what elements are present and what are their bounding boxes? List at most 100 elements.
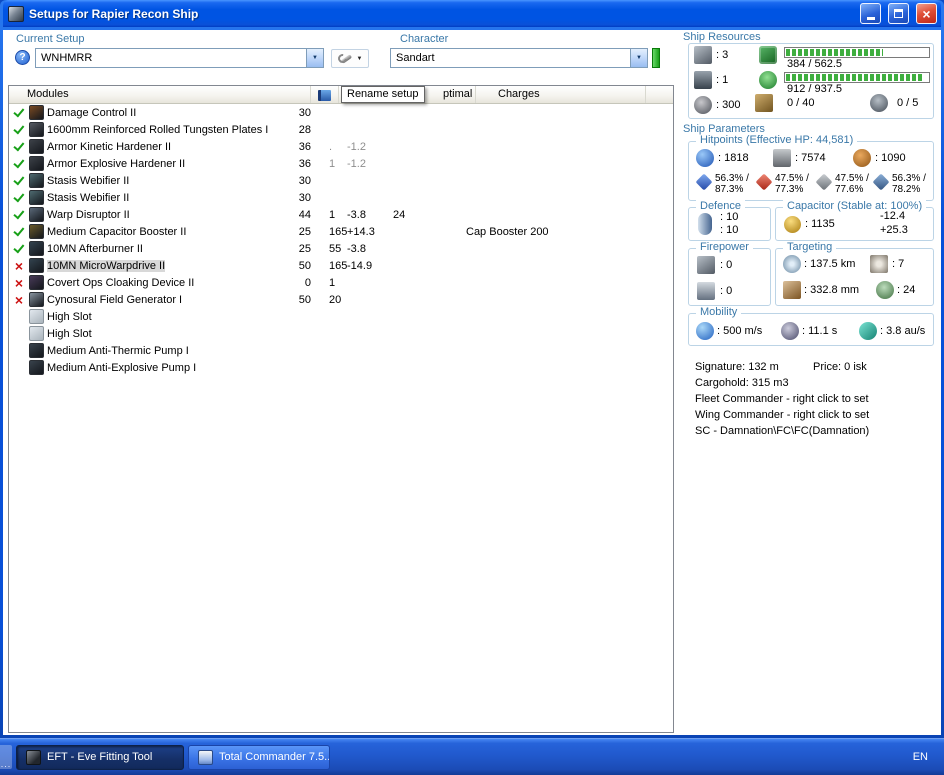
mobility-label: Mobility <box>696 306 742 318</box>
defence-group: Defence : 10 : 10 <box>688 200 771 241</box>
defence-value-2: : 10 <box>720 224 739 236</box>
drones-icon <box>870 94 888 112</box>
module-row[interactable]: Stasis Webifier II 30 <box>9 172 673 189</box>
module-row[interactable]: Medium Anti-Thermic Pump I <box>9 342 673 359</box>
cpu-bar <box>784 47 930 58</box>
module-name-text: Medium Capacitor Booster II <box>47 225 187 238</box>
module-row[interactable]: Medium Anti-Explosive Pump I <box>9 359 673 376</box>
help-icon[interactable]: ? <box>15 50 30 65</box>
titlebar[interactable]: Setups for Rapier Recon Ship × <box>3 0 941 27</box>
module-name-text: 1600mm Reinforced Rolled Tungsten Plates… <box>47 123 269 136</box>
minimize-button[interactable] <box>860 3 881 24</box>
eft-window: Setups for Rapier Recon Ship × Current S… <box>0 0 944 738</box>
taskbar-task-eft[interactable]: EFT - Eve Fitting Tool <box>16 744 184 770</box>
module-name: Damage Control II <box>47 107 293 119</box>
module-row[interactable]: 10MN Afterburner II 25 55 -3.8 <box>9 240 673 257</box>
module-name-text: High Slot <box>47 327 92 340</box>
module-name: Stasis Webifier II <box>47 192 293 204</box>
targeting-label: Targeting <box>783 241 837 253</box>
eft-app-icon <box>26 749 41 765</box>
module-row[interactable]: High Slot <box>9 308 673 325</box>
charges-column-header[interactable]: Charges <box>476 86 646 103</box>
module-status-icon <box>9 178 29 184</box>
module-name-text: Cynosural Field Generator I <box>47 293 183 306</box>
hitpoints-label: Hitpoints (Effective HP: 44,581) <box>696 134 858 146</box>
module-name: 10MN Afterburner II <box>47 243 293 255</box>
modules-table[interactable]: Modules ptimal Charges Rename setup Dama… <box>8 85 674 733</box>
module-name: Medium Capacitor Booster II <box>47 226 293 238</box>
hull-hp: : 1090 <box>853 149 906 167</box>
drone-bay-icon <box>755 94 773 112</box>
module-name: High Slot <box>47 328 293 340</box>
current-setup-dropdown-button[interactable]: ▼ <box>306 49 323 67</box>
capacitor-icon <box>784 216 801 233</box>
character-combobox[interactable]: Sandart ▼ <box>390 48 648 68</box>
launcher-hardpoints: : 1 <box>694 71 740 89</box>
launcher-hardpoints-icon <box>694 71 712 89</box>
taskbar-overflow[interactable]: ... <box>0 745 12 769</box>
explosive-resist-shield: 56.3% / <box>892 173 926 184</box>
module-status-icon <box>9 229 29 235</box>
calibration: : 300 <box>694 96 740 114</box>
module-row[interactable]: Covert Ops Cloaking Device II 0 1 <box>9 274 673 291</box>
hull-hp-value: : 1090 <box>875 152 906 164</box>
cpu-column-header[interactable] <box>311 86 339 103</box>
language-indicator[interactable]: EN <box>913 751 928 763</box>
module-row[interactable]: Armor Explosive Hardener II 36 1 -1.2 <box>9 155 673 172</box>
module-name: Covert Ops Cloaking Device II <box>47 277 293 289</box>
module-name: Cynosural Field Generator I <box>47 294 293 306</box>
ship-parameters-label: Ship Parameters <box>683 123 765 135</box>
module-row[interactable]: Armor Kinetic Hardener II 36. -1.2 <box>9 138 673 155</box>
module-row[interactable]: 1600mm Reinforced Rolled Tungsten Plates… <box>9 121 673 138</box>
cpu-bar-fill <box>786 49 883 56</box>
module-name-text: 10MN MicroWarpdrive II <box>47 259 166 272</box>
calibration-value: : 300 <box>716 99 741 111</box>
thermal-resist-icon <box>755 173 773 191</box>
character-dropdown-button[interactable]: ▼ <box>630 49 647 67</box>
turret-hardpoints-value: : 3 <box>716 49 729 61</box>
squad-commander-text[interactable]: SC - Damnation\FC\FC(Damnation) <box>695 425 869 437</box>
defence-icon <box>698 213 712 235</box>
module-row[interactable]: Damage Control II 30 <box>9 104 673 121</box>
module-row[interactable]: Warp Disruptor II 44 1 -3.8 24 <box>9 206 673 223</box>
module-cpu-value: 30 <box>298 106 311 119</box>
kinetic-resist: 47.5% / 77.6% <box>815 173 869 195</box>
client-area: Current Setup ? WNHMRR ▼ ▼ Character San… <box>3 30 941 735</box>
module-name: 10MN MicroWarpdrive II <box>47 259 293 272</box>
close-button[interactable]: × <box>916 3 937 24</box>
firepower-launchers: : 0 <box>697 282 732 300</box>
armor-icon <box>773 149 791 167</box>
modules-column-header[interactable]: Modules <box>9 86 311 103</box>
wing-commander-text[interactable]: Wing Commander - right click to set <box>695 409 869 421</box>
module-powergrid-value: 1 <box>329 208 336 221</box>
module-row[interactable]: Stasis Webifier II 30 <box>9 189 673 206</box>
firepower-missile-icon <box>697 282 715 300</box>
modules-table-body: Damage Control II 30 1600mm Reinforced Rol… <box>9 104 673 376</box>
taskbar-task-total-commander[interactable]: Total Commander 7.5... <box>188 744 330 770</box>
module-row[interactable]: High Slot <box>9 325 673 342</box>
module-name: Warp Disruptor II <box>47 209 293 221</box>
fleet-commander-text[interactable]: Fleet Commander - right click to set <box>695 393 869 405</box>
module-icon <box>29 224 44 239</box>
module-name-text: Stasis Webifier II <box>47 191 130 204</box>
powergrid-usage-text: 912 / 937.5 <box>787 83 843 95</box>
module-row[interactable]: Cynosural Field Generator I 50 20 <box>9 291 673 308</box>
module-name: Stasis Webifier II <box>47 175 293 187</box>
maximize-button[interactable] <box>888 3 909 24</box>
current-setup-combobox[interactable]: WNHMRR ▼ <box>35 48 324 68</box>
module-row[interactable]: 10MN MicroWarpdrive II 50 165-14.9 <box>9 257 673 274</box>
setup-tools-button[interactable]: ▼ <box>331 49 369 68</box>
capacitor-recharge: +25.3 <box>880 224 908 236</box>
character-value: Sandart <box>396 52 435 64</box>
module-icon <box>29 326 44 341</box>
module-status-icon <box>9 144 29 150</box>
module-name-text: Medium Anti-Explosive Pump I <box>47 361 197 374</box>
em-resist: 56.3% / 87.3% <box>695 173 749 195</box>
module-icon <box>29 241 44 256</box>
module-row[interactable]: Medium Capacitor Booster II 25 165 +14.3 Cap… <box>9 223 673 240</box>
thermal-resist: 47.5% / 77.3% <box>755 173 809 195</box>
em-resist-shield: 56.3% / <box>715 173 749 184</box>
module-status-icon <box>9 127 29 133</box>
calibration-icon <box>694 96 712 114</box>
module-icon <box>29 190 44 205</box>
